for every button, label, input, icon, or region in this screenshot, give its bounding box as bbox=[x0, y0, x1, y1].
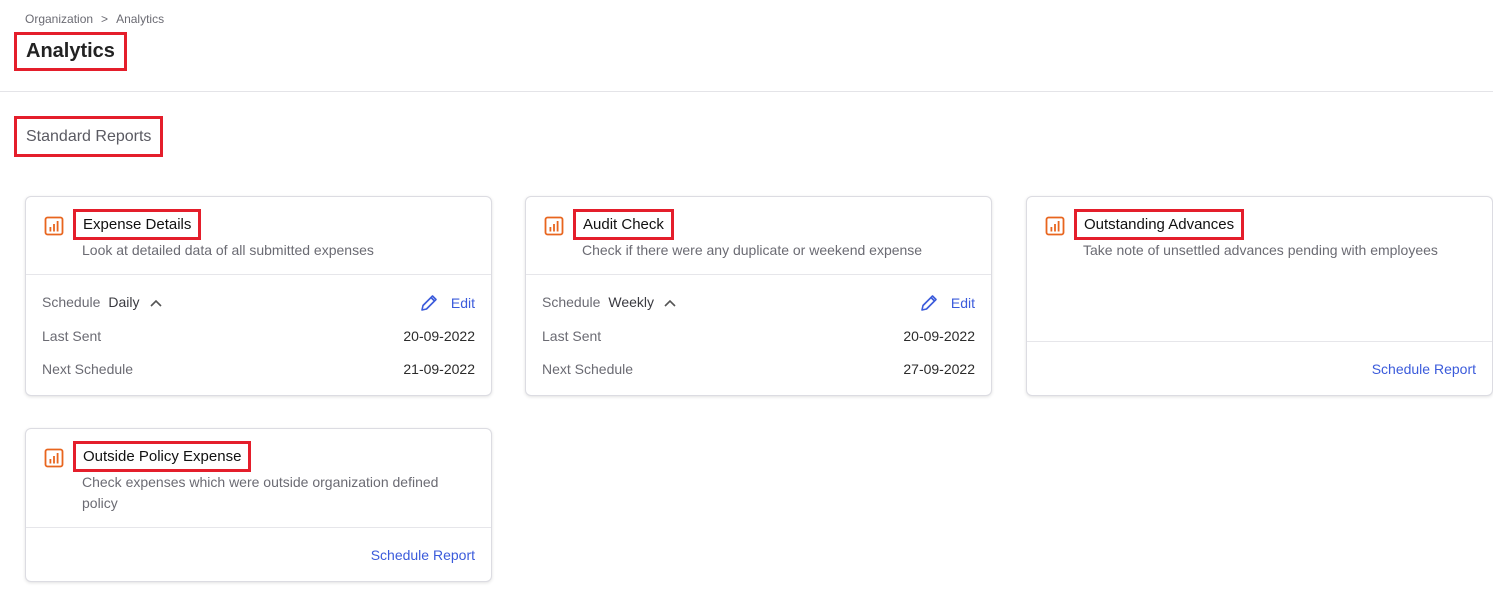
breadcrumb-item-organization[interactable]: Organization bbox=[25, 12, 93, 26]
edit-button[interactable]: Edit bbox=[919, 293, 975, 313]
pencil-icon bbox=[921, 295, 937, 311]
schedule-report-link[interactable]: Schedule Report bbox=[1372, 361, 1476, 377]
next-schedule-label: Next Schedule bbox=[42, 361, 134, 377]
last-sent-value: 20-09-2022 bbox=[903, 328, 975, 344]
bar-chart-icon bbox=[544, 216, 564, 236]
chevron-up-icon[interactable] bbox=[149, 299, 162, 307]
report-card-outstanding-advances: Outstanding Advances Take note of unsett… bbox=[1026, 196, 1493, 396]
card-divider bbox=[1027, 341, 1492, 342]
page-title: Analytics bbox=[14, 32, 127, 71]
edit-label: Edit bbox=[950, 295, 975, 311]
card-description-line: policy bbox=[82, 495, 118, 511]
next-schedule-value: 21-09-2022 bbox=[403, 361, 475, 377]
report-card-expense-details: Expense Details Look at detailed data of… bbox=[25, 196, 492, 396]
last-sent-label: Last Sent bbox=[542, 328, 602, 344]
bar-chart-icon bbox=[44, 448, 64, 468]
card-divider bbox=[26, 274, 491, 275]
card-title[interactable]: Outside Policy Expense bbox=[73, 441, 252, 472]
next-schedule-label: Next Schedule bbox=[542, 361, 634, 377]
bar-chart-icon bbox=[44, 216, 64, 236]
schedule-label: Schedule bbox=[42, 294, 101, 310]
card-divider bbox=[526, 274, 991, 275]
report-card-outside-policy-expense: Outside Policy Expense Check expenses wh… bbox=[25, 428, 492, 582]
schedule-row: Schedule Weekly bbox=[542, 294, 676, 310]
breadcrumb: Organization > Analytics bbox=[25, 12, 164, 26]
header-divider bbox=[0, 91, 1493, 92]
card-description: Check if there were any duplicate or wee… bbox=[582, 242, 923, 258]
schedule-value: Daily bbox=[108, 294, 140, 310]
card-description: Check expenses which were outside organi… bbox=[82, 472, 438, 514]
pencil-icon bbox=[421, 295, 437, 311]
breadcrumb-separator: > bbox=[101, 12, 109, 26]
breadcrumb-item-analytics: Analytics bbox=[116, 12, 165, 26]
card-title[interactable]: Expense Details bbox=[73, 209, 202, 240]
chevron-up-icon[interactable] bbox=[664, 299, 676, 307]
edit-button[interactable]: Edit bbox=[419, 293, 475, 313]
card-divider bbox=[26, 527, 491, 528]
card-title[interactable]: Audit Check bbox=[573, 209, 674, 240]
schedule-report-link[interactable]: Schedule Report bbox=[371, 547, 475, 563]
card-description-line: Check expenses which were outside organi… bbox=[82, 474, 439, 490]
report-card-audit-check: Audit Check Check if there were any dupl… bbox=[525, 196, 992, 396]
bar-chart-icon bbox=[1045, 216, 1065, 236]
schedule-label: Schedule bbox=[542, 294, 601, 310]
last-sent-value: 20-09-2022 bbox=[403, 328, 475, 344]
edit-label: Edit bbox=[450, 295, 475, 311]
last-sent-label: Last Sent bbox=[42, 328, 102, 344]
card-title[interactable]: Outstanding Advances bbox=[1074, 209, 1245, 240]
next-schedule-value: 27-09-2022 bbox=[903, 361, 975, 377]
schedule-row: Schedule Daily bbox=[42, 294, 162, 310]
card-description: Take note of unsettled advances pending … bbox=[1083, 242, 1438, 258]
schedule-value: Weekly bbox=[608, 294, 655, 310]
card-description: Look at detailed data of all submitted e… bbox=[82, 242, 374, 258]
section-title: Standard Reports bbox=[14, 116, 164, 157]
